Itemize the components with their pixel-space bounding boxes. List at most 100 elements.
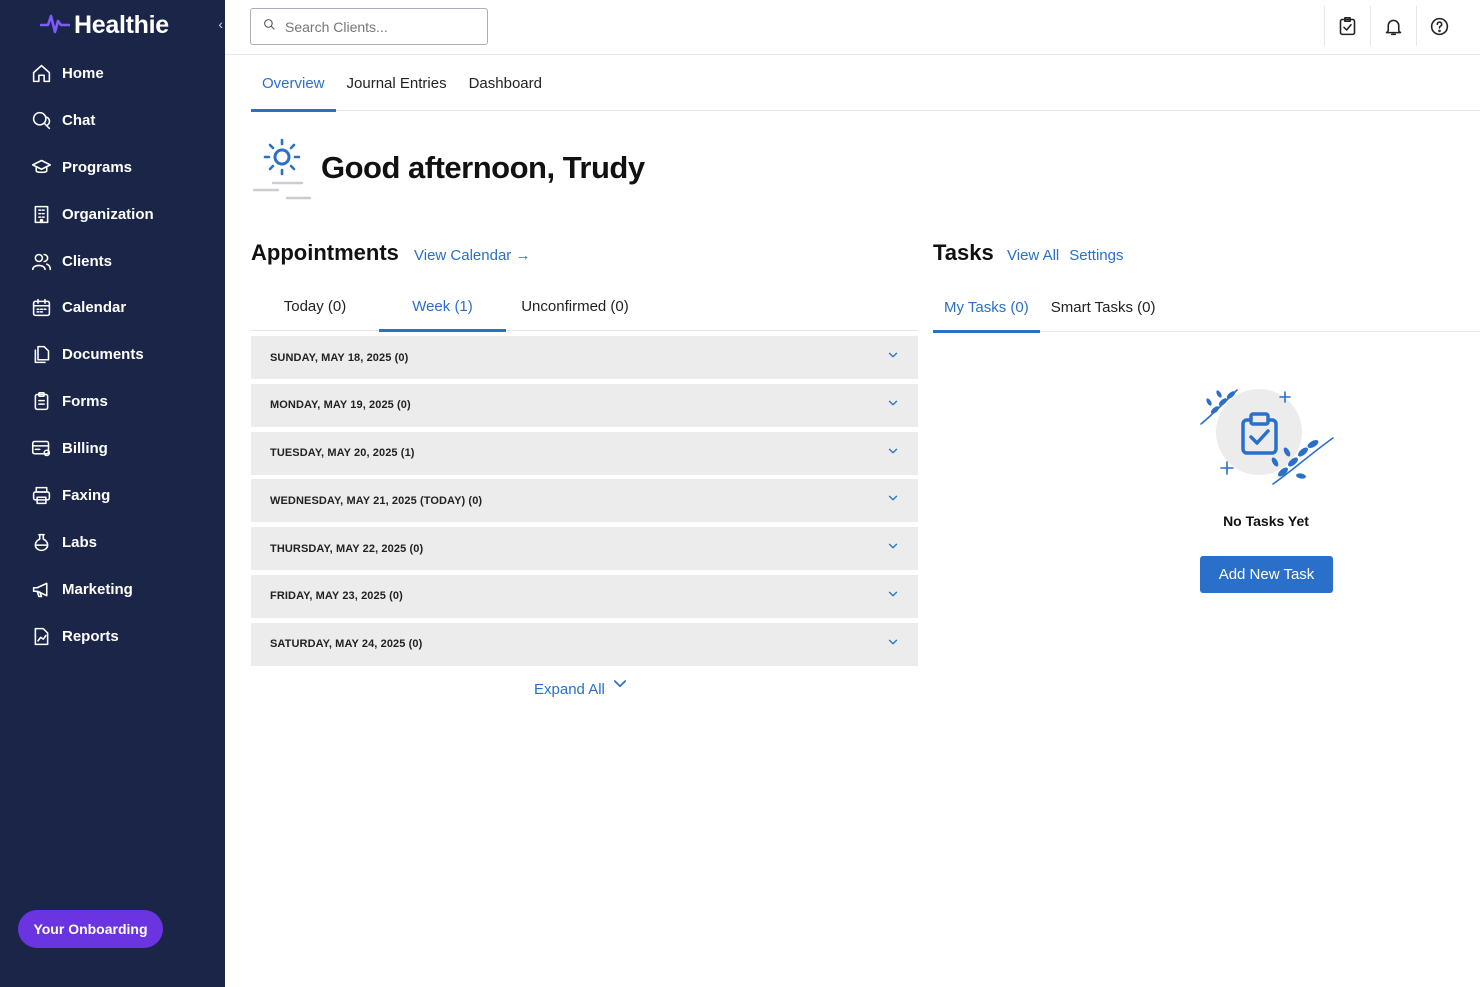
tab-unconfirmed[interactable]: Unconfirmed (0) — [506, 282, 644, 331]
appointment-days: SUNDAY, MAY 18, 2025 (0) MONDAY, MAY 19,… — [251, 336, 918, 671]
tab-my-tasks[interactable]: My Tasks (0) — [933, 282, 1040, 333]
sidebar-item-marketing[interactable]: Marketing — [0, 566, 225, 613]
tab-journal-entries[interactable]: Journal Entries — [336, 56, 458, 111]
task-check-icon[interactable] — [1324, 6, 1370, 46]
onboarding-button[interactable]: Your Onboarding — [18, 910, 163, 948]
day-label: THURSDAY, MAY 22, 2025 (0) — [270, 542, 424, 555]
users-icon — [30, 250, 52, 272]
sidebar-item-label: Clients — [62, 252, 113, 270]
sun-icon — [252, 138, 312, 202]
documents-icon — [30, 344, 52, 366]
sidebar-item-clients[interactable]: Clients — [0, 238, 225, 285]
calendar-icon — [30, 297, 52, 319]
day-row[interactable]: WEDNESDAY, MAY 21, 2025 (TODAY) (0) — [251, 479, 918, 523]
day-row[interactable]: MONDAY, MAY 19, 2025 (0) — [251, 383, 918, 427]
chevron-down-icon — [886, 348, 900, 367]
sidebar-item-label: Organization — [62, 205, 154, 223]
sidebar-item-label: Reports — [62, 627, 119, 645]
search-box[interactable] — [250, 8, 488, 45]
top-bar — [225, 0, 1480, 55]
day-row[interactable]: FRIDAY, MAY 23, 2025 (0) — [251, 574, 918, 618]
help-icon[interactable] — [1416, 6, 1462, 46]
sidebar-nav: Home Chat Programs Organization Clients … — [0, 50, 225, 660]
greeting-title: Good afternoon, Trudy — [321, 150, 645, 185]
home-icon — [30, 62, 52, 84]
sidebar-item-calendar[interactable]: Calendar — [0, 284, 225, 331]
tasks-tabs: My Tasks (0) Smart Tasks (0) — [933, 282, 1480, 333]
clipboard-icon — [30, 391, 52, 413]
brand-name: Healthie — [74, 10, 169, 39]
chevron-down-icon — [886, 444, 900, 463]
day-label: WEDNESDAY, MAY 21, 2025 (TODAY) (0) — [270, 494, 483, 507]
sidebar-item-label: Billing — [62, 440, 108, 458]
day-label: TUESDAY, MAY 20, 2025 (1) — [270, 447, 415, 460]
sidebar-item-label: Labs — [62, 533, 98, 551]
tasks-title: Tasks — [933, 240, 994, 265]
day-label: SUNDAY, MAY 18, 2025 (0) — [270, 351, 409, 364]
sidebar-item-label: Forms — [62, 393, 108, 411]
billing-icon — [30, 438, 52, 460]
sidebar-item-label: Marketing — [62, 580, 133, 598]
sidebar-item-forms[interactable]: Forms — [0, 378, 225, 425]
chevron-down-icon — [886, 396, 900, 415]
appointments-title: Appointments — [251, 240, 399, 265]
chevron-left-icon[interactable]: ‹ — [218, 16, 223, 32]
printer-icon — [30, 484, 52, 506]
expand-all-button[interactable]: Expand All — [534, 680, 629, 698]
day-row[interactable]: SATURDAY, MAY 24, 2025 (0) — [251, 622, 918, 666]
day-label: SATURDAY, MAY 24, 2025 (0) — [270, 638, 423, 651]
day-row[interactable]: THURSDAY, MAY 22, 2025 (0) — [251, 527, 918, 571]
brand-logo[interactable]: Healthie — [39, 10, 169, 40]
sidebar-item-reports[interactable]: Reports — [0, 613, 225, 660]
megaphone-icon — [30, 578, 52, 600]
sidebar-item-programs[interactable]: Programs — [0, 144, 225, 191]
view-all-link[interactable]: View All — [1007, 247, 1059, 264]
appointments-tabs: Today (0) Week (1) Unconfirmed (0) — [251, 282, 918, 332]
day-label: MONDAY, MAY 19, 2025 (0) — [270, 399, 411, 412]
sidebar-item-chat[interactable]: Chat — [0, 97, 225, 144]
page-tabs: Overview Journal Entries Dashboard — [251, 56, 1480, 112]
pulse-logo-icon — [39, 12, 71, 39]
search-input[interactable] — [285, 18, 475, 35]
sidebar-item-label: Faxing — [62, 486, 111, 504]
empty-tasks-illustration — [1193, 380, 1343, 500]
tab-smart-tasks[interactable]: Smart Tasks (0) — [1040, 282, 1167, 332]
search-icon — [263, 18, 276, 36]
chevron-down-icon — [886, 539, 900, 558]
day-row[interactable]: SUNDAY, MAY 18, 2025 (0) — [251, 336, 918, 379]
tab-overview[interactable]: Overview — [251, 56, 336, 112]
graduation-cap-icon — [30, 156, 52, 178]
chat-icon — [30, 109, 52, 131]
sidebar-item-organization[interactable]: Organization — [0, 191, 225, 238]
tab-dashboard[interactable]: Dashboard — [458, 56, 553, 111]
day-row[interactable]: TUESDAY, MAY 20, 2025 (1) — [251, 431, 918, 475]
building-icon — [30, 203, 52, 225]
chevron-down-icon — [886, 587, 900, 606]
sidebar: Healthie ‹ Home Chat Programs Organizati… — [0, 0, 225, 987]
tab-today[interactable]: Today (0) — [251, 282, 379, 331]
sidebar-item-billing[interactable]: Billing — [0, 425, 225, 472]
tab-week[interactable]: Week (1) — [379, 282, 506, 332]
sidebar-item-faxing[interactable]: Faxing — [0, 472, 225, 519]
chevron-down-icon — [605, 680, 629, 698]
expand-all-label: Expand All — [534, 680, 605, 698]
day-label: FRIDAY, MAY 23, 2025 (0) — [270, 590, 403, 603]
sidebar-item-label: Programs — [62, 158, 133, 176]
sidebar-item-labs[interactable]: Labs — [0, 519, 225, 566]
tasks-links: View All Settings — [1007, 247, 1123, 264]
top-icons — [1324, 6, 1462, 46]
sidebar-item-label: Calendar — [62, 299, 127, 317]
view-calendar-link[interactable]: View Calendar → — [414, 247, 530, 264]
sidebar-item-label: Chat — [62, 111, 96, 129]
empty-tasks-text: No Tasks Yet — [1223, 513, 1309, 529]
sidebar-item-documents[interactable]: Documents — [0, 331, 225, 378]
bell-icon[interactable] — [1370, 6, 1416, 46]
add-new-task-button[interactable]: Add New Task — [1200, 556, 1333, 593]
sidebar-item-home[interactable]: Home — [0, 50, 225, 97]
chevron-down-icon — [886, 491, 900, 510]
report-icon — [30, 625, 52, 647]
flask-icon — [30, 531, 52, 553]
sidebar-item-label: Documents — [62, 346, 144, 364]
settings-link[interactable]: Settings — [1069, 247, 1123, 264]
sidebar-item-label: Home — [62, 64, 104, 82]
